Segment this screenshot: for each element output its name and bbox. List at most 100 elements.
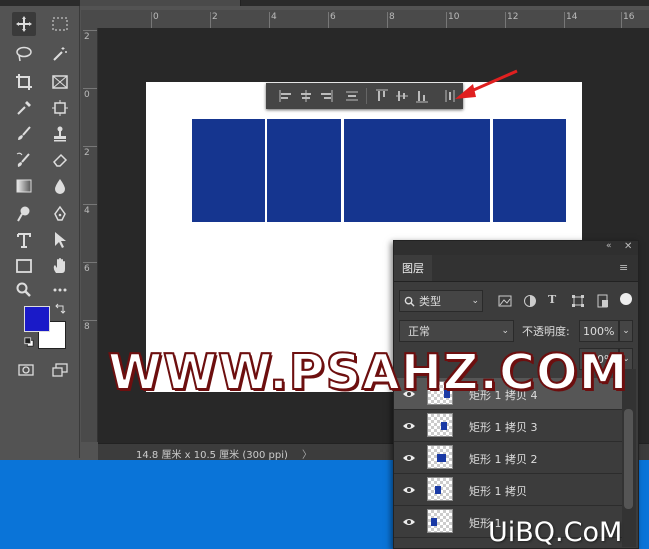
search-icon xyxy=(404,296,415,307)
gradient-tool-icon[interactable] xyxy=(12,174,36,198)
pen-tool-icon[interactable] xyxy=(48,202,72,226)
rectangle-1-copy[interactable] xyxy=(267,119,341,222)
opacity-dropdown[interactable]: ⌄ xyxy=(619,320,633,342)
ruler-tick xyxy=(83,320,97,321)
ruler-label: 6 xyxy=(84,264,90,274)
ruler-label: 8 xyxy=(389,12,395,22)
layer-filter-select[interactable]: 类型 ⌄ xyxy=(399,290,483,312)
marquee-tool-icon[interactable] xyxy=(48,12,72,36)
ruler-tick xyxy=(387,12,388,28)
ruler-tick xyxy=(269,12,270,28)
frame-tool-icon[interactable] xyxy=(48,70,72,94)
visibility-eye-icon[interactable] xyxy=(402,451,416,465)
ruler-label: 0 xyxy=(153,12,159,22)
close-panel-icon[interactable]: ✕ xyxy=(624,241,632,252)
opacity-label: 不透明度: xyxy=(522,325,570,338)
filter-toggle[interactable] xyxy=(620,293,632,305)
hand-tool-icon[interactable] xyxy=(48,254,72,278)
ruler-label: 10 xyxy=(448,12,460,22)
ruler-label: 12 xyxy=(507,12,519,22)
document-size-readout: 14.8 厘米 x 10.5 厘米 (300 ppi) xyxy=(136,450,288,461)
ruler-tick xyxy=(151,12,152,28)
rectangle-1[interactable] xyxy=(192,119,265,222)
swap-colors-icon[interactable] xyxy=(54,303,66,318)
layer-row[interactable]: 矩形 1 拷贝 2 xyxy=(394,442,622,474)
filter-pixel-icon[interactable] xyxy=(498,294,512,308)
ruler-label: 2 xyxy=(84,148,90,158)
filter-type-icon[interactable]: T xyxy=(548,293,556,306)
more-tools-icon[interactable] xyxy=(48,278,72,302)
stamp-tool-icon[interactable] xyxy=(48,122,72,146)
panel-menu-icon[interactable]: ≡ xyxy=(619,261,628,274)
chevron-down-icon: ⌄ xyxy=(471,296,479,306)
filter-adjustment-icon[interactable] xyxy=(523,294,537,308)
ruler-tick xyxy=(505,12,506,28)
type-tool-icon[interactable] xyxy=(12,228,36,252)
ruler-label: 6 xyxy=(330,12,336,22)
ruler-label: 0 xyxy=(84,90,90,100)
filter-shape-icon[interactable] xyxy=(571,294,585,308)
panel-header: « ✕ xyxy=(394,241,638,255)
status-menu-arrow-icon[interactable]: 〉 xyxy=(302,446,312,461)
frame-select-icon[interactable] xyxy=(48,96,72,120)
tools-panel xyxy=(0,6,80,458)
layer-row[interactable]: 矩形 1 拷贝 3 xyxy=(394,410,622,442)
ruler-tick xyxy=(83,30,97,31)
ruler-tick xyxy=(83,146,97,147)
layer-name: 矩形 1 拷贝 2 xyxy=(469,453,538,466)
eraser-icon[interactable] xyxy=(48,148,72,172)
filter-smart-object-icon[interactable] xyxy=(596,294,610,308)
ruler-tick xyxy=(210,12,211,28)
rectangle-1-copy-3[interactable] xyxy=(493,119,566,222)
ruler-label: 4 xyxy=(271,12,277,22)
visibility-eye-icon[interactable] xyxy=(402,515,416,529)
dodge-tool-icon[interactable] xyxy=(12,202,36,226)
ruler-tick xyxy=(83,204,97,205)
panel-tabs: 图层 ≡ xyxy=(394,255,638,282)
align-top-icon[interactable] xyxy=(374,88,390,104)
ruler-label: 14 xyxy=(566,12,578,22)
align-horizontal-center-icon[interactable] xyxy=(298,88,314,104)
blur-drop-icon[interactable] xyxy=(48,174,72,198)
layer-thumbnail xyxy=(427,477,453,501)
lasso-tool-icon[interactable] xyxy=(12,42,36,66)
quick-mask-icon[interactable] xyxy=(14,358,38,382)
rectangle-tool-icon[interactable] xyxy=(12,254,36,278)
blend-mode-select[interactable]: 正常 ⌄ xyxy=(399,320,514,342)
layer-thumbnail xyxy=(427,445,453,469)
visibility-eye-icon[interactable] xyxy=(402,419,416,433)
path-select-icon[interactable] xyxy=(48,228,72,252)
move-tool-icon[interactable] xyxy=(12,12,36,36)
opacity-input[interactable]: 100% xyxy=(579,320,619,342)
eyedropper-icon[interactable] xyxy=(12,96,36,120)
foreground-color-swatch[interactable] xyxy=(24,306,50,332)
separator xyxy=(366,88,367,104)
history-brush-icon[interactable] xyxy=(12,148,36,172)
ruler-label: 4 xyxy=(84,206,90,216)
opacity-value: 100% xyxy=(583,324,615,338)
layer-row[interactable]: 矩形 1 拷贝 xyxy=(394,474,622,506)
align-distribute-bar xyxy=(266,83,463,109)
magic-wand-icon[interactable] xyxy=(48,42,72,66)
collapse-panel-icon[interactable]: « xyxy=(606,241,612,251)
align-vertical-center-icon[interactable] xyxy=(394,88,410,104)
zoom-tool-icon[interactable] xyxy=(12,278,36,302)
ruler-label: 16 xyxy=(623,12,635,22)
document-tab[interactable] xyxy=(80,0,241,6)
brush-tool-icon[interactable] xyxy=(12,122,36,146)
align-right-icon[interactable] xyxy=(318,88,334,104)
ruler-tick xyxy=(83,262,97,263)
tab-layers[interactable]: 图层 xyxy=(394,255,432,281)
screen-mode-icon[interactable] xyxy=(48,358,72,382)
visibility-eye-icon[interactable] xyxy=(402,483,416,497)
scrollbar-thumb[interactable] xyxy=(624,409,633,509)
align-bottom-icon[interactable] xyxy=(414,88,430,104)
crop-tool-icon[interactable] xyxy=(12,70,36,94)
default-colors-icon[interactable] xyxy=(24,337,34,350)
ruler-tick xyxy=(446,12,447,28)
rectangle-1-copy-2[interactable] xyxy=(344,119,490,222)
distribute-vertical-icon[interactable] xyxy=(344,88,360,104)
align-left-icon[interactable] xyxy=(278,88,294,104)
ruler-label: 8 xyxy=(84,322,90,332)
blend-mode-value: 正常 xyxy=(408,325,430,338)
